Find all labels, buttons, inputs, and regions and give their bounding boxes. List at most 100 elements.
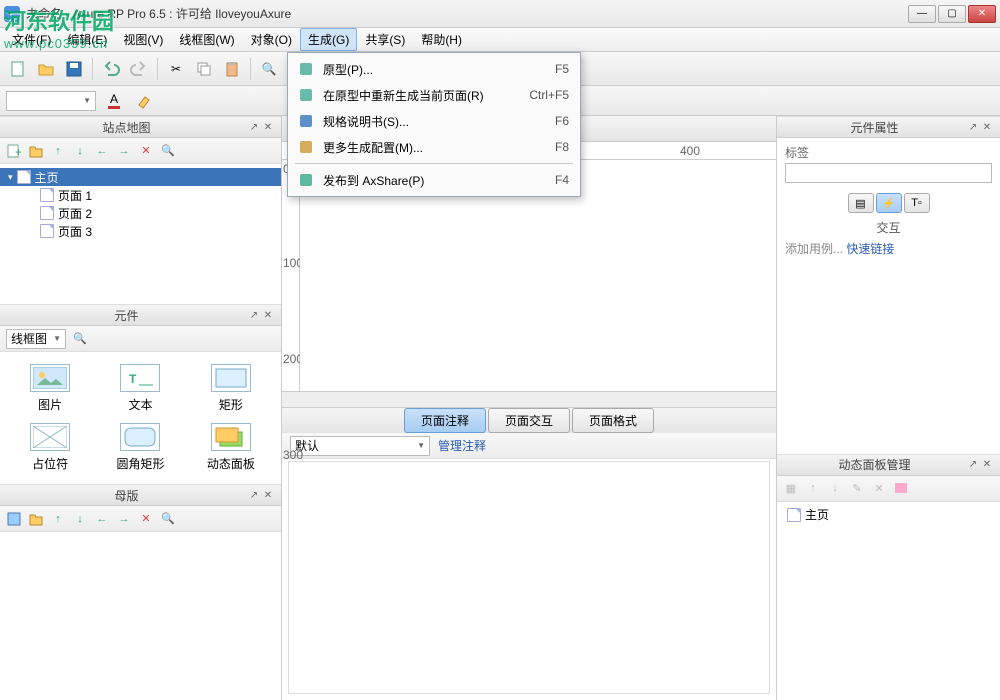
dyn-edit-icon[interactable]: ✎ (849, 480, 865, 496)
move-left-icon[interactable]: ← (94, 143, 110, 159)
add-master-icon[interactable] (6, 511, 22, 527)
page-tab[interactable]: 页面交互 (488, 408, 570, 433)
menu-item[interactable]: 在原型中重新生成当前页面(R)Ctrl+F5 (291, 82, 577, 108)
widget-item[interactable]: 占位符 (6, 421, 94, 474)
panel-expand-icon[interactable]: ↗ (247, 120, 261, 134)
menu-0[interactable]: 文件(F) (4, 28, 59, 51)
redo-icon[interactable] (127, 57, 151, 81)
master-up-icon[interactable]: ↑ (50, 511, 66, 527)
add-folder-icon[interactable] (28, 143, 44, 159)
page-tab[interactable]: 页面格式 (572, 408, 654, 433)
panel-expand-icon[interactable]: ↗ (247, 488, 261, 502)
maximize-button[interactable]: ▢ (938, 5, 966, 23)
dyn-up-icon[interactable]: ↑ (805, 480, 821, 496)
tree-root[interactable]: ▾ 主页 (0, 168, 281, 186)
find-icon[interactable]: 🔍 (257, 57, 281, 81)
widget-item[interactable]: 动态面板 (187, 421, 275, 474)
menu-item[interactable]: 原型(P)...F5 (291, 56, 577, 82)
panel-close-icon[interactable]: ✕ (261, 488, 275, 502)
widget-item[interactable]: 圆角矩形 (96, 421, 184, 474)
highlight-icon[interactable] (132, 89, 156, 113)
sitemap-panel-header: 站点地图 ↗ ✕ (0, 116, 281, 138)
menu-3[interactable]: 线框图(W) (171, 28, 242, 51)
minimize-button[interactable]: — (908, 5, 936, 23)
dyn-down-icon[interactable]: ↓ (827, 480, 843, 496)
move-down-icon[interactable]: ↓ (72, 143, 88, 159)
master-search-icon[interactable]: 🔍 (160, 511, 176, 527)
manage-notes-link[interactable]: 管理注释 (438, 437, 486, 454)
menu-item[interactable]: 规格说明书(S)...F6 (291, 108, 577, 134)
open-file-icon[interactable] (34, 57, 58, 81)
widget-search-icon[interactable]: 🔍 (72, 331, 88, 347)
paste-icon[interactable] (220, 57, 244, 81)
prop-tab-interactions[interactable]: ⚡ (876, 193, 902, 213)
panel-expand-icon[interactable]: ↗ (966, 120, 980, 134)
dynamic-root[interactable]: 主页 (779, 506, 998, 524)
tree-item[interactable]: 页面 1 (0, 186, 281, 204)
delete-page-icon[interactable]: ✕ (138, 143, 154, 159)
menu-7[interactable]: 帮助(H) (413, 28, 470, 51)
search-icon[interactable]: 🔍 (160, 143, 176, 159)
app-icon (4, 6, 20, 22)
masters-body (0, 532, 281, 622)
add-page-icon[interactable]: + (6, 143, 22, 159)
master-down-icon[interactable]: ↓ (72, 511, 88, 527)
master-right-icon[interactable]: → (116, 511, 132, 527)
add-case-hint: 添加用例... 快速链接 (785, 240, 992, 257)
panel-close-icon[interactable]: ✕ (980, 120, 994, 134)
master-left-icon[interactable]: ← (94, 511, 110, 527)
panel-expand-icon[interactable]: ↗ (247, 308, 261, 322)
dyn-color-icon[interactable] (893, 480, 909, 496)
menu-item-icon (295, 169, 317, 191)
menu-4[interactable]: 对象(O) (243, 28, 300, 51)
quick-link[interactable]: 快速链接 (846, 242, 894, 256)
menu-2[interactable]: 视图(V) (115, 28, 171, 51)
panel-close-icon[interactable]: ✕ (980, 458, 994, 472)
widget-label-input[interactable] (785, 163, 992, 183)
panel-expand-icon[interactable]: ↗ (966, 458, 980, 472)
widget-item[interactable]: T文本 (96, 362, 184, 415)
widget-item[interactable]: 图片 (6, 362, 94, 415)
copy-icon[interactable] (192, 57, 216, 81)
undo-icon[interactable] (99, 57, 123, 81)
page-icon (40, 224, 54, 238)
master-delete-icon[interactable]: ✕ (138, 511, 154, 527)
widget-icon (30, 364, 70, 392)
cut-icon[interactable]: ✂ (164, 57, 188, 81)
prop-tab-format[interactable]: T▫ (904, 193, 930, 213)
dyn-add-icon[interactable]: ▦ (783, 480, 799, 496)
masters-panel-header: 母版 ↗ ✕ (0, 484, 281, 506)
dyn-delete-icon[interactable]: ✕ (871, 480, 887, 496)
properties-panel-header: 元件属性 ↗ ✕ (777, 116, 1000, 138)
notes-toolbar: 默认▼ 管理注释 (282, 433, 776, 459)
tree-item[interactable]: 页面 2 (0, 204, 281, 222)
widget-library-combo[interactable]: 线框图▼ (6, 329, 66, 349)
notes-editor[interactable] (288, 461, 770, 694)
sitemap-toolbar: + ↑ ↓ ← → ✕ 🔍 (0, 138, 281, 164)
generate-menu: 原型(P)...F5在原型中重新生成当前页面(R)Ctrl+F5规格说明书(S)… (287, 52, 581, 197)
close-button[interactable]: ✕ (968, 5, 996, 23)
canvas-scrollbar-h[interactable] (282, 391, 776, 407)
menu-5[interactable]: 生成(G) (300, 28, 357, 51)
new-file-icon[interactable] (6, 57, 30, 81)
add-master-folder-icon[interactable] (28, 511, 44, 527)
dynamic-tree: 主页 (777, 502, 1000, 700)
panel-close-icon[interactable]: ✕ (261, 120, 275, 134)
move-up-icon[interactable]: ↑ (50, 143, 66, 159)
svg-text:+: + (15, 145, 21, 158)
widget-item[interactable]: 矩形 (187, 362, 275, 415)
prop-tab-notes[interactable]: ▤ (848, 193, 874, 213)
menu-item[interactable]: 更多生成配置(M)...F8 (291, 134, 577, 160)
notes-preset-combo[interactable]: 默认▼ (290, 436, 430, 456)
menu-1[interactable]: 编辑(E) (59, 28, 115, 51)
menubar: 文件(F)编辑(E)视图(V)线框图(W)对象(O)生成(G)共享(S)帮助(H… (0, 28, 1000, 52)
menu-item[interactable]: 发布到 AxShare(P)F4 (291, 167, 577, 193)
menu-6[interactable]: 共享(S) (357, 28, 413, 51)
tree-item[interactable]: 页面 3 (0, 222, 281, 240)
font-family-combo[interactable]: ▼ (6, 91, 96, 111)
font-color-icon[interactable]: A (102, 89, 126, 113)
page-tab[interactable]: 页面注释 (404, 408, 486, 433)
move-right-icon[interactable]: → (116, 143, 132, 159)
save-icon[interactable] (62, 57, 86, 81)
panel-close-icon[interactable]: ✕ (261, 308, 275, 322)
